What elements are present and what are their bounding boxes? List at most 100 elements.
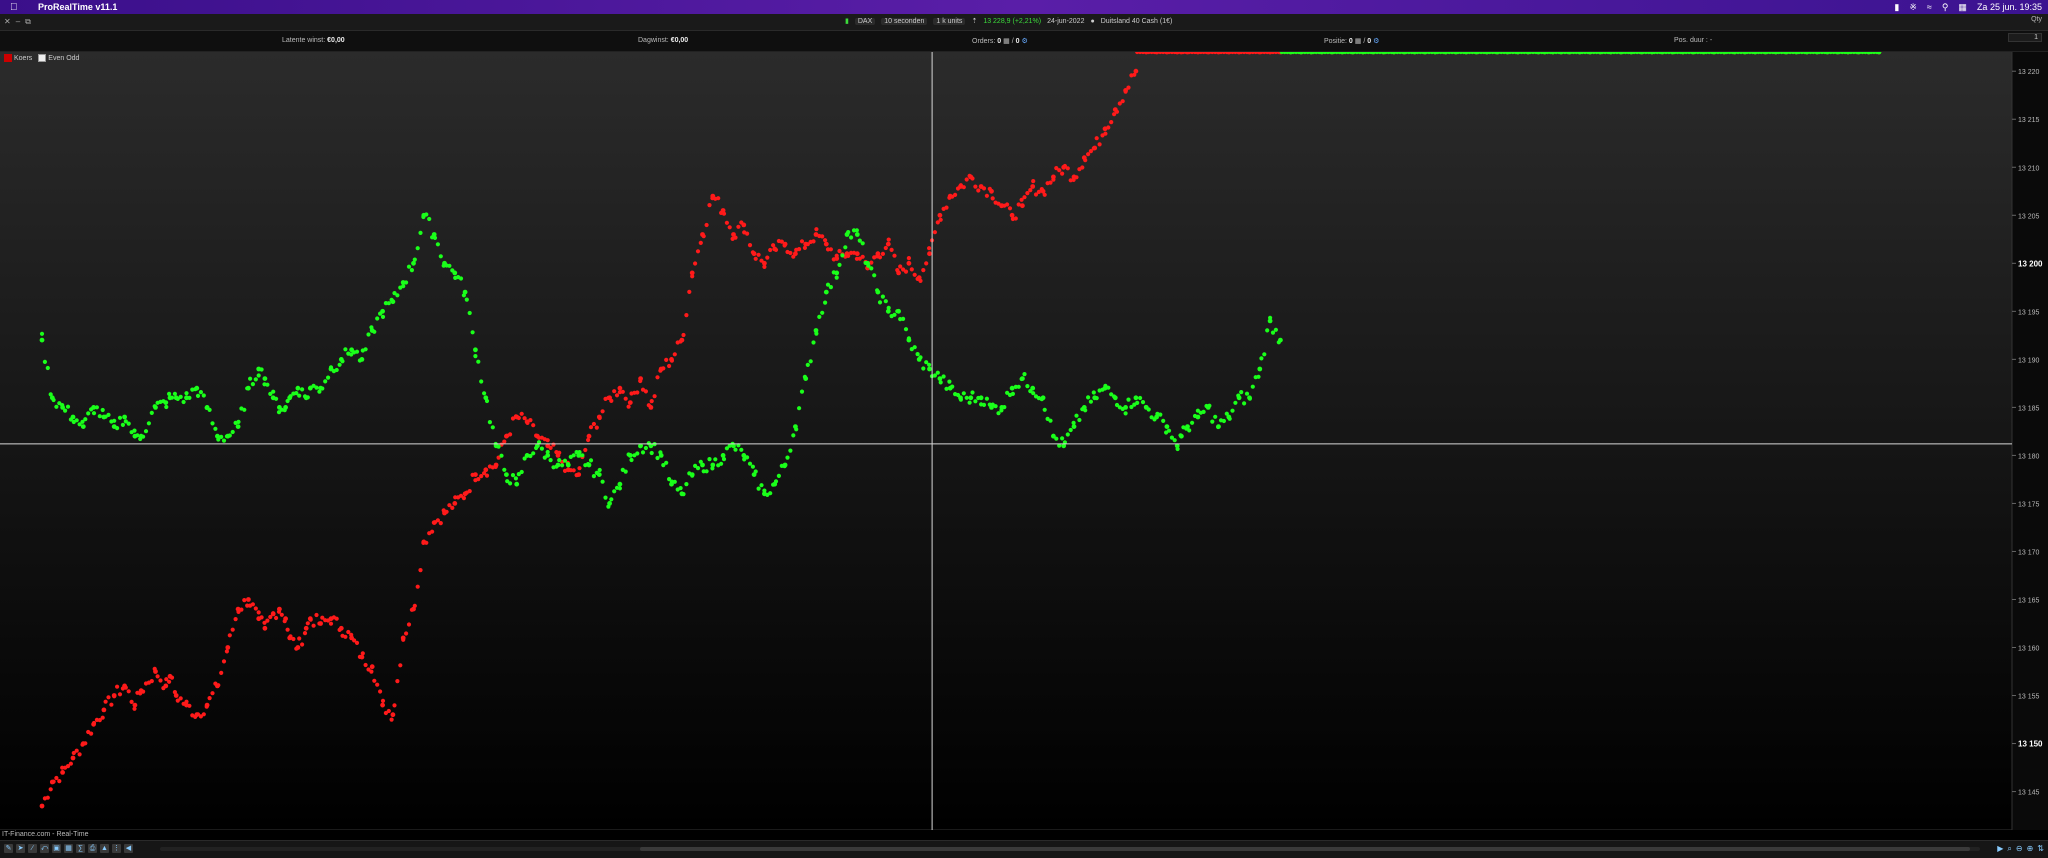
koers-point <box>452 501 458 506</box>
koers-point <box>802 245 808 250</box>
chart-area[interactable]: 13 145 13 150 13 155 13 160 13 165 13 170 13 1… <box>0 52 2048 830</box>
position-filter-icon[interactable]: ▦ <box>1355 38 1362 45</box>
even-odd-point <box>820 310 825 315</box>
orders-filter-icon[interactable]: ▦ <box>1003 38 1010 45</box>
even-odd-point <box>1259 356 1264 361</box>
price-chart[interactable]: 13 145 13 150 13 155 13 160 13 165 13 170 13 1… <box>0 52 2048 830</box>
quantity-input[interactable]: 1 <box>2008 33 2042 42</box>
even-odd-point <box>143 429 149 434</box>
koers-point <box>1009 212 1015 218</box>
trend-line-icon[interactable]: ∕ <box>28 844 37 853</box>
even-odd-point <box>94 405 99 410</box>
share-icon[interactable]: ⤺ <box>40 844 49 853</box>
even-odd-point <box>609 497 614 502</box>
legend-item-even-odd[interactable]: Even Odd <box>38 54 79 62</box>
price-tick-label: 13 215 <box>2018 117 2040 124</box>
koers-point <box>695 249 701 254</box>
koers-point <box>591 421 597 427</box>
even-odd-point <box>788 448 793 453</box>
koers-point <box>961 185 966 190</box>
arrow-right-icon[interactable]: ▶ <box>1997 844 2003 854</box>
koers-point <box>927 251 932 257</box>
even-odd-point <box>1138 395 1143 401</box>
apple-icon[interactable]:  <box>10 2 22 13</box>
zoom-out-icon[interactable]: ⊖ <box>2016 844 2023 854</box>
instrument-select[interactable]: DAX <box>854 17 876 25</box>
legend-item-koers[interactable]: Koers <box>4 54 32 62</box>
even-odd-point <box>542 455 547 460</box>
koers-point <box>851 250 857 255</box>
even-odd-point <box>337 362 342 367</box>
screenshot-icon[interactable]: ▣ <box>52 844 61 853</box>
even-odd-point <box>86 411 91 416</box>
even-odd-point <box>1123 411 1128 416</box>
koers-point <box>635 390 640 395</box>
print-icon[interactable]: ⎙ <box>88 844 97 853</box>
even-odd-point <box>380 314 386 319</box>
koers-point <box>227 633 232 638</box>
grid-icon[interactable]: ▦ <box>64 844 73 853</box>
arrow-left-icon[interactable]: ◀ <box>124 844 133 853</box>
bluetooth-icon[interactable]: ※ <box>1909 2 1917 13</box>
even-odd-point <box>950 384 955 389</box>
even-odd-point <box>178 394 183 399</box>
even-odd-point <box>83 417 88 422</box>
app-name[interactable]: ProRealTime v11.1 <box>38 2 117 12</box>
wifi-icon[interactable]: ≈ <box>1927 2 1932 12</box>
koers-point <box>291 636 296 642</box>
even-odd-point <box>132 428 137 433</box>
chart-scrollbar[interactable] <box>160 847 1980 851</box>
auto-scale-icon[interactable]: ⇅ <box>2037 844 2044 854</box>
koers-point <box>768 247 773 253</box>
even-odd-checkbox[interactable] <box>38 54 47 62</box>
bottom-toolbar: ✎ ➤ ∕ ⤺ ▣ ▦ ∑ ⎙ ▲ ⋮ ◀ ▶ ⌕ ⊖ ⊕ ⇅ <box>0 840 2048 858</box>
zoom-reset-icon[interactable]: ⌕ <box>2007 844 2011 854</box>
koers-point <box>172 690 177 695</box>
koers-point <box>831 257 836 262</box>
even-odd-point <box>149 410 154 415</box>
zoom-in-icon[interactable]: ⊕ <box>2027 844 2034 854</box>
even-odd-point <box>1216 424 1221 430</box>
koers-point <box>225 645 231 650</box>
price-tick-label: 13 200 <box>2018 259 2043 268</box>
even-odd-point <box>1268 315 1273 320</box>
units-select[interactable]: 1 k units <box>933 17 966 25</box>
search-icon[interactable]: ⚲ <box>1942 2 1949 13</box>
even-odd-point <box>1025 384 1030 389</box>
even-odd-point <box>1210 419 1215 424</box>
battery-icon[interactable]: ▮ <box>1894 2 1899 13</box>
control-center-icon[interactable]: ▦ <box>1958 2 1967 13</box>
menu-icon[interactable]: ⋮ <box>112 844 121 853</box>
even-odd-point <box>389 297 394 302</box>
position-info[interactable]: Positie: 0 ▦ / 0 ⚙ <box>1324 37 1379 45</box>
koers-point <box>461 496 466 501</box>
koers-point <box>586 437 591 443</box>
koers-point <box>782 243 787 248</box>
koers-point <box>161 686 166 691</box>
interval-select[interactable]: 10 seconden <box>881 17 928 25</box>
even-odd-point <box>274 396 279 401</box>
orders-settings-icon[interactable]: ⚙ <box>1022 38 1028 45</box>
cursor-icon[interactable]: ➤ <box>16 844 25 853</box>
minimize-icon[interactable]: – <box>16 17 20 27</box>
pencil-icon[interactable]: ✎ <box>4 844 13 853</box>
detach-icon[interactable]: ⧉ <box>25 17 31 27</box>
indicator-icon[interactable]: ∑ <box>76 844 85 853</box>
even-odd-point <box>967 400 972 405</box>
koers-point <box>620 389 625 394</box>
even-odd-point <box>135 433 140 438</box>
koers-point <box>493 464 498 469</box>
koers-point <box>302 631 308 636</box>
clock-text[interactable]: Za 25 jun. 19:35 <box>1977 2 2042 12</box>
chart-type-icon[interactable]: ▮ <box>845 17 849 25</box>
orders-info[interactable]: Orders: 0 ▦ / 0 ⚙ <box>972 37 1028 45</box>
scrollbar-thumb[interactable] <box>640 847 1970 851</box>
position-settings-icon[interactable]: ⚙ <box>1373 38 1379 45</box>
koers-point <box>412 603 417 609</box>
even-odd-point <box>122 414 127 420</box>
chart-tools-icon[interactable]: ▲ <box>100 844 109 853</box>
close-icon[interactable]: ✕ <box>4 17 11 27</box>
koers-point <box>207 696 212 701</box>
even-odd-point <box>548 458 553 463</box>
even-odd-point <box>1002 405 1007 410</box>
